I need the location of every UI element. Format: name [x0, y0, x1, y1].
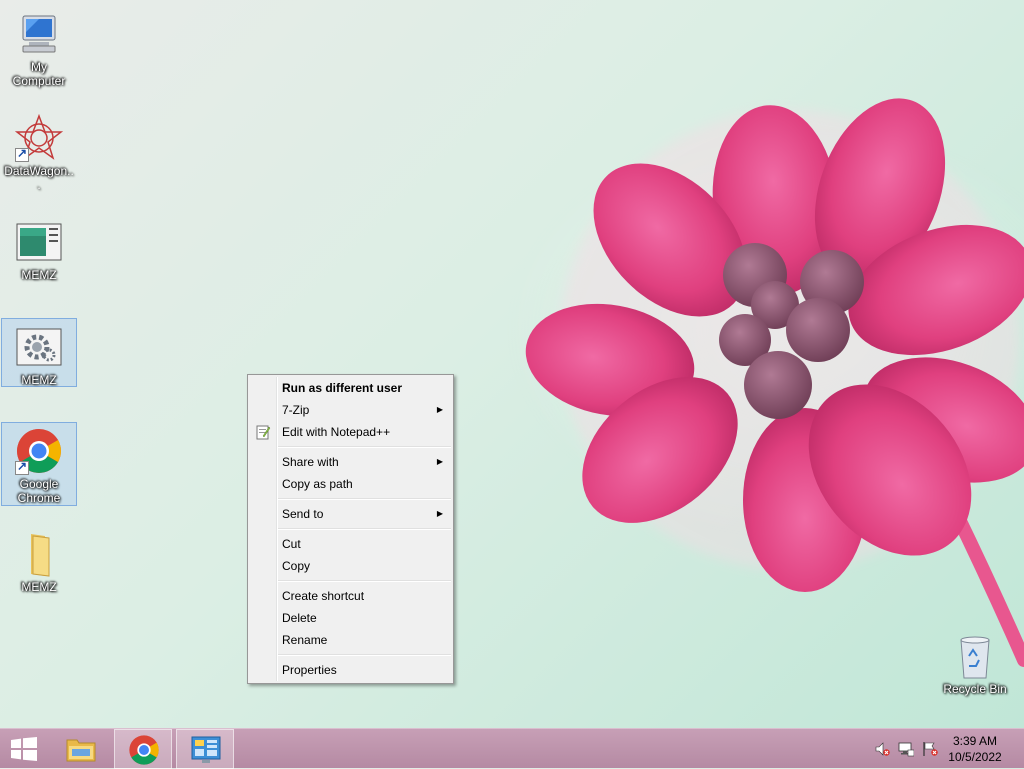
submenu-arrow-icon: ▶	[436, 405, 443, 414]
clock-date: 10/5/2022	[948, 750, 1002, 764]
taskbar: 3:39 AM 10/5/2022	[0, 728, 1024, 769]
desktop-icon-memz-folder[interactable]: MEMZ	[1, 526, 77, 594]
submenu-arrow-icon: ▶	[436, 509, 443, 518]
shortcut-arrow-icon	[15, 459, 29, 475]
network-icon[interactable]	[898, 741, 914, 757]
menu-item-label: Run as different user	[282, 381, 403, 395]
desktop-wallpaper	[525, 98, 1024, 667]
context-menu: Run as different user 7-Zip ▶ Edit with …	[247, 374, 454, 684]
notepad-plus-plus-icon	[255, 424, 271, 440]
taskbar-control-panel[interactable]	[176, 729, 234, 769]
menu-separator	[278, 446, 451, 448]
control-panel-icon	[191, 736, 221, 763]
chrome-icon	[15, 427, 63, 475]
volume-muted-icon[interactable]	[874, 741, 890, 757]
menu-separator	[278, 498, 451, 500]
desktop-icon-label: MEMZ	[21, 268, 57, 282]
submenu-arrow-icon: ▶	[436, 457, 443, 466]
menu-item-label: Copy	[282, 559, 311, 573]
desktop-icon-label: Google Chrome	[17, 477, 61, 505]
menu-item-rename[interactable]: Rename	[248, 629, 453, 651]
gear-settings-icon	[15, 323, 63, 371]
desktop-icon-memz-app[interactable]: MEMZ	[1, 214, 77, 282]
menu-item-7zip[interactable]: 7-Zip ▶	[248, 399, 453, 421]
taskbar-file-explorer[interactable]	[52, 729, 110, 769]
desktop-icon-memz-settings[interactable]: MEMZ	[1, 318, 77, 387]
desktop-icon-google-chrome[interactable]: Google Chrome	[1, 422, 77, 506]
menu-item-label: Share with	[282, 455, 339, 469]
menu-item-cut[interactable]: Cut	[248, 533, 453, 555]
menu-item-edit-with-notepad[interactable]: Edit with Notepad++	[248, 421, 453, 443]
shortcut-arrow-icon	[15, 146, 29, 162]
taskbar-google-chrome[interactable]	[114, 729, 172, 769]
start-button[interactable]	[0, 729, 48, 769]
menu-item-properties[interactable]: Properties	[248, 659, 453, 681]
chrome-icon	[129, 735, 159, 765]
windows-logo-icon	[11, 737, 37, 761]
menu-item-copy[interactable]: Copy	[248, 555, 453, 577]
menu-item-copy-as-path[interactable]: Copy as path	[248, 473, 453, 495]
desktop-icon-label: Recycle Bin	[943, 682, 1007, 696]
menu-item-label: Edit with Notepad++	[282, 425, 391, 439]
menu-separator	[278, 654, 451, 656]
window-app-icon	[15, 218, 63, 266]
desktop-icon-label: DataWagon...	[4, 164, 74, 192]
menu-separator	[278, 528, 451, 530]
clock-time: 3:39 AM	[952, 734, 998, 748]
datawagon-icon	[14, 113, 64, 162]
desktop-icon-recycle-bin[interactable]: Recycle Bin	[937, 628, 1013, 696]
desktop-icon-label: MEMZ	[21, 373, 57, 387]
menu-item-label: Rename	[282, 633, 328, 647]
menu-item-share-with[interactable]: Share with ▶	[248, 451, 453, 473]
menu-item-label: 7-Zip	[282, 403, 310, 417]
desktop-icon-datawagon[interactable]: DataWagon...	[1, 110, 77, 192]
menu-item-delete[interactable]: Delete	[248, 607, 453, 629]
menu-item-label: Properties	[282, 663, 337, 677]
menu-item-label: Create shortcut	[282, 589, 365, 603]
computer-icon	[15, 10, 63, 58]
menu-item-run-as-different-user[interactable]: Run as different user	[248, 377, 453, 399]
recycle-bin-icon	[951, 632, 999, 680]
desktop-icon-label: My Computer	[12, 60, 66, 88]
menu-item-label: Send to	[282, 507, 324, 521]
file-explorer-icon	[66, 739, 96, 762]
taskbar-clock[interactable]: 3:39 AM 10/5/2022	[940, 733, 1010, 765]
desktop-icon-label: MEMZ	[21, 580, 57, 594]
folder-icon	[15, 530, 63, 578]
menu-item-create-shortcut[interactable]: Create shortcut	[248, 585, 453, 607]
action-center-flag-icon[interactable]	[922, 741, 938, 757]
desktop-icon-my-computer[interactable]: My Computer	[1, 6, 77, 88]
menu-item-label: Delete	[282, 611, 317, 625]
menu-item-label: Cut	[282, 537, 301, 551]
menu-separator	[278, 580, 451, 582]
menu-item-send-to[interactable]: Send to ▶	[248, 503, 453, 525]
menu-item-label: Copy as path	[282, 477, 353, 491]
